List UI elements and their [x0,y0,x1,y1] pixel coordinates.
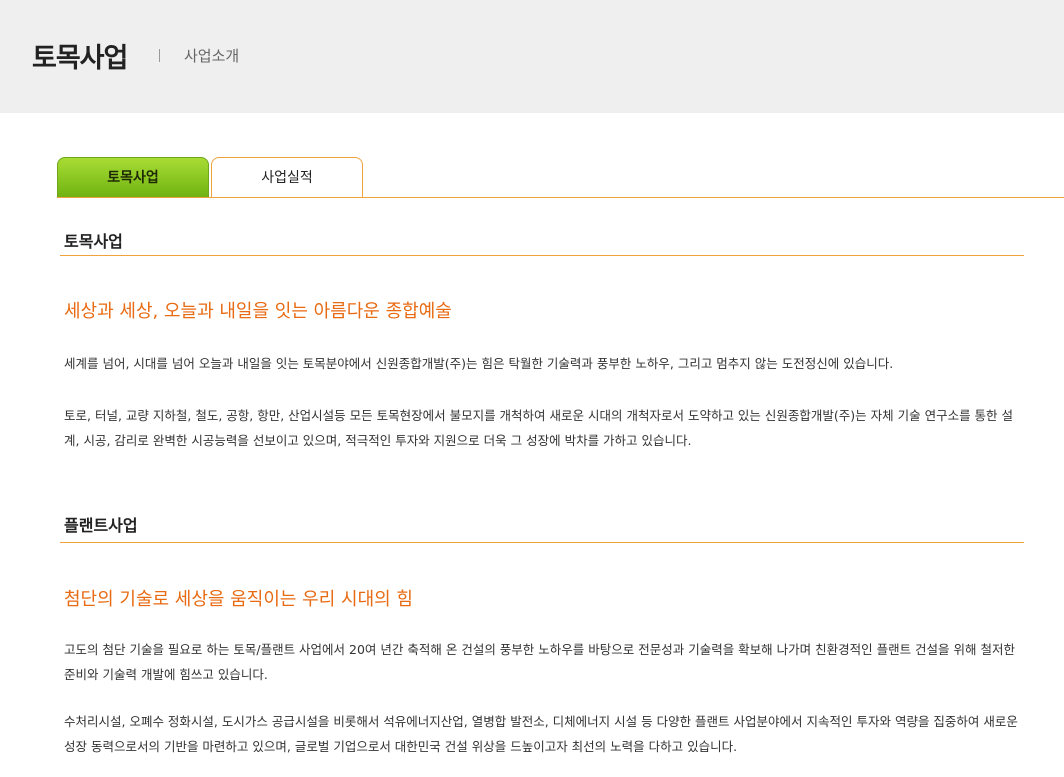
section-paragraph: 수처리시설, 오폐수 정화시설, 도시가스 공급시설을 비롯해서 석유에너지산업… [64,714,1018,754]
tab-civil-engineering[interactable]: 토목사업 [57,157,209,198]
tab-business-results[interactable]: 사업실적 [211,157,363,198]
section-paragraph: 고도의 첨단 기술을 필요로 하는 토목/플랜트 사업에서 20여 년간 축적해… [64,642,1016,682]
section-divider [60,255,1024,256]
section-paragraph: 토로, 터널, 교량 지하철, 철도, 공항, 항만, 산업시설등 모든 토목현… [64,408,1014,448]
section-title: 플랜트사업 [64,516,138,535]
tab-underline [57,197,1064,198]
section-plant: 플랜트사업 첨단의 기술로 세상을 움직이는 우리 시대의 힘 고도의 첨단 기… [60,512,1024,754]
page-subtitle: 사업소개 [184,47,240,65]
section-divider [60,542,1024,543]
section-paragraph: 세계를 넘어, 시대를 넘어 오늘과 내일을 잇는 토목분야에서 신원종합개발(… [64,356,894,371]
page-header: 토목사업 사업소개 [0,0,1064,113]
page-title: 토목사업 [32,43,128,74]
section-civil: 토목사업 세상과 세상, 오늘과 내일을 잇는 아름다운 종합예술 세계를 넘어… [60,228,1024,448]
section-title: 토목사업 [64,232,123,251]
section-headline: 세상과 세상, 오늘과 내일을 잇는 아름다운 종합예술 [64,301,452,322]
section-headline: 첨단의 기술로 세상을 움직이는 우리 시대의 힘 [64,589,413,610]
title-separator [159,49,160,62]
